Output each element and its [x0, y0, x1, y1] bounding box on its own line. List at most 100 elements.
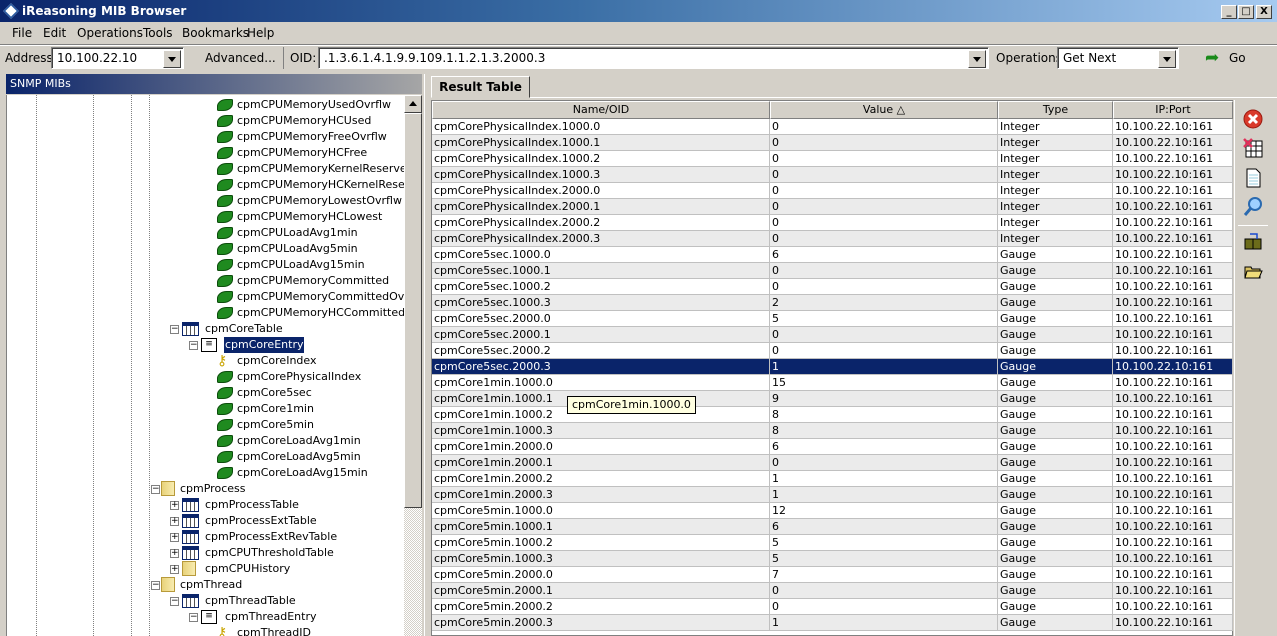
tab-result-table[interactable]: Result Table	[431, 76, 530, 98]
minimize-button[interactable]: _	[1221, 5, 1237, 19]
tree-node[interactable]: ⚷ cpmThreadID	[7, 625, 404, 636]
stop-icon[interactable]	[1242, 108, 1264, 130]
address-combo[interactable]: 10.100.22.10	[51, 47, 184, 69]
menu-bookmarks[interactable]: Bookmarks	[182, 26, 249, 40]
operations-select[interactable]: Get Next	[1057, 47, 1179, 69]
save-icon[interactable]	[1242, 231, 1264, 253]
expand-icon[interactable]: +	[170, 517, 179, 526]
column-header-name[interactable]: Name/OID	[432, 101, 770, 119]
tree-node[interactable]: cpmCPUMemoryHCKernelReserved	[7, 177, 404, 193]
tree-node[interactable]: − ≡ cpmThreadEntry	[7, 609, 404, 625]
table-row[interactable]: cpmCore5sec.2000.1 0 Gauge 10.100.22.10:161	[432, 327, 1233, 343]
split-divider[interactable]	[424, 74, 427, 636]
table-row[interactable]: cpmCore5sec.2000.0 5 Gauge 10.100.22.10:161	[432, 311, 1233, 327]
menu-operations[interactable]: Operations	[77, 26, 143, 40]
tree-node[interactable]: − cpmThreadTable	[7, 593, 404, 609]
collapse-icon[interactable]: −	[151, 581, 160, 590]
column-header-ipport[interactable]: IP:Port	[1113, 101, 1233, 119]
tree-node[interactable]: − ≡ cpmCoreEntry	[7, 336, 404, 354]
chevron-down-icon[interactable]	[968, 50, 986, 68]
table-row[interactable]: cpmCore5sec.1000.1 0 Gauge 10.100.22.10:161	[432, 263, 1233, 279]
new-document-icon[interactable]	[1242, 167, 1264, 189]
tree-node[interactable]: cpmCoreLoadAvg15min	[7, 465, 404, 481]
table-row[interactable]: cpmCorePhysicalIndex.2000.1 0 Integer 10.10…	[432, 199, 1233, 215]
table-row[interactable]: cpmCore5min.1000.1 6 Gauge 10.100.22.10:161	[432, 519, 1233, 535]
tree-node[interactable]: cpmCPULoadAvg5min	[7, 241, 404, 257]
table-row[interactable]: cpmCore5min.2000.1 0 Gauge 10.100.22.10:161	[432, 583, 1233, 599]
table-row[interactable]: cpmCorePhysicalIndex.2000.3 0 Integer 10.10…	[432, 231, 1233, 247]
tree-node[interactable]: + cpmProcessExtRevTable	[7, 529, 404, 545]
maximize-button[interactable]: □	[1238, 5, 1254, 19]
table-row[interactable]: cpmCorePhysicalIndex.1000.3 0 Integer 10.10…	[432, 167, 1233, 183]
collapse-icon[interactable]: −	[189, 613, 198, 622]
oid-combo[interactable]: .1.3.6.1.4.1.9.9.109.1.1.2.1.3.2000.3	[318, 47, 989, 69]
tree-node[interactable]: cpmCPUMemoryFreeOvrflw	[7, 129, 404, 145]
table-row[interactable]: cpmCore5sec.1000.2 0 Gauge 10.100.22.10:161	[432, 279, 1233, 295]
tree-node[interactable]: cpmCPUMemoryUsedOvrflw	[7, 97, 404, 113]
expand-icon[interactable]: +	[170, 549, 179, 558]
table-row[interactable]: cpmCore5sec.2000.3 1 Gauge 10.100.22.10:161	[432, 359, 1233, 375]
table-row[interactable]: cpmCorePhysicalIndex.1000.0 0 Integer 10.10…	[432, 119, 1233, 135]
table-row[interactable]: cpmCorePhysicalIndex.2000.2 0 Integer 10.10…	[432, 215, 1233, 231]
expand-icon[interactable]: +	[170, 565, 179, 574]
table-row[interactable]: cpmCore1min.1000.3 8 Gauge 10.100.22.10:161	[432, 423, 1233, 439]
open-folder-icon[interactable]	[1242, 260, 1264, 282]
chevron-down-icon[interactable]	[1158, 50, 1176, 68]
chevron-down-icon[interactable]	[163, 50, 181, 68]
close-button[interactable]: X	[1256, 5, 1272, 19]
tree-node[interactable]: cpmCore1min	[7, 401, 404, 417]
column-header-type[interactable]: Type	[998, 101, 1113, 119]
tree-node[interactable]: cpmCPUMemoryHCUsed	[7, 113, 404, 129]
advanced-button[interactable]: Advanced...	[205, 51, 276, 65]
table-row[interactable]: cpmCore5sec.1000.3 2 Gauge 10.100.22.10:161	[432, 295, 1233, 311]
table-row[interactable]: cpmCore5min.2000.3 1 Gauge 10.100.22.10:161	[432, 615, 1233, 631]
collapse-icon[interactable]: −	[189, 341, 198, 350]
tree-node[interactable]: cpmCPUMemoryHCFree	[7, 145, 404, 161]
table-row[interactable]: cpmCorePhysicalIndex.1000.1 0 Integer 10.10…	[432, 135, 1233, 151]
menu-file[interactable]: File	[12, 26, 32, 40]
tree-node[interactable]: cpmCPUMemoryKernelReservedOvrflw	[7, 161, 404, 177]
collapse-icon[interactable]: −	[151, 485, 160, 494]
tree-node[interactable]: ⚷ cpmCoreIndex	[7, 353, 404, 369]
tree-node[interactable]: cpmCPULoadAvg15min	[7, 257, 404, 273]
table-row[interactable]: cpmCore1min.1000.2 8 Gauge 10.100.22.10:161	[432, 407, 1233, 423]
tree-node[interactable]: + cpmProcessExtTable	[7, 513, 404, 529]
expand-icon[interactable]: +	[170, 501, 179, 510]
tree-node[interactable]: + cpmCPUThresholdTable	[7, 545, 404, 561]
tree-node[interactable]: + cpmCPUHistory	[7, 561, 404, 577]
table-row[interactable]: cpmCore5min.1000.3 5 Gauge 10.100.22.10:161	[432, 551, 1233, 567]
expand-icon[interactable]: +	[170, 533, 179, 542]
table-row[interactable]: cpmCorePhysicalIndex.2000.0 0 Integer 10.10…	[432, 183, 1233, 199]
find-icon[interactable]	[1242, 196, 1264, 218]
tree-node[interactable]: cpmCoreLoadAvg1min	[7, 433, 404, 449]
scrollbar-thumb[interactable]	[404, 113, 422, 508]
menu-tools[interactable]: Tools	[143, 26, 173, 40]
scroll-up-button[interactable]	[404, 95, 422, 113]
tree-node[interactable]: − cpmCoreTable	[7, 321, 404, 337]
tree-node[interactable]: cpmCPUMemoryHCLowest	[7, 209, 404, 225]
tree-node[interactable]: cpmCPULoadAvg1min	[7, 225, 404, 241]
table-row[interactable]: cpmCorePhysicalIndex.1000.2 0 Integer 10.10…	[432, 151, 1233, 167]
tree-node[interactable]: − cpmProcess	[7, 481, 404, 497]
table-row[interactable]: cpmCore1min.2000.0 6 Gauge 10.100.22.10:161	[432, 439, 1233, 455]
mib-tree[interactable]: cpmCPUMemoryUsedOvrflw cpmCPUMemoryHCUsed…	[6, 95, 404, 636]
tree-node[interactable]: cpmCoreLoadAvg5min	[7, 449, 404, 465]
table-row[interactable]: cpmCore1min.2000.1 0 Gauge 10.100.22.10:161	[432, 455, 1233, 471]
column-header-value[interactable]: Value △	[770, 101, 998, 119]
tree-node[interactable]: cpmCorePhysicalIndex	[7, 369, 404, 385]
tree-node[interactable]: cpmCPUMemoryCommitted	[7, 273, 404, 289]
tree-node[interactable]: cpmCore5sec	[7, 385, 404, 401]
table-row[interactable]: cpmCore1min.1000.0 15 Gauge 10.100.22.10:16…	[432, 375, 1233, 391]
tree-node[interactable]: + cpmProcessTable	[7, 497, 404, 513]
table-row[interactable]: cpmCore5min.1000.0 12 Gauge 10.100.22.10:16…	[432, 503, 1233, 519]
table-row[interactable]: cpmCore1min.1000.1 9 Gauge 10.100.22.10:161	[432, 391, 1233, 407]
tree-node[interactable]: − cpmThread	[7, 577, 404, 593]
tree-node[interactable]: cpmCPUMemoryHCCommitted	[7, 305, 404, 321]
table-row[interactable]: cpmCore5min.2000.2 0 Gauge 10.100.22.10:161	[432, 599, 1233, 615]
menu-help[interactable]: Help	[247, 26, 274, 40]
table-row[interactable]: cpmCore5sec.2000.2 0 Gauge 10.100.22.10:161	[432, 343, 1233, 359]
clear-table-icon[interactable]	[1242, 137, 1264, 159]
tree-node[interactable]: cpmCPUMemoryCommittedOvrflw	[7, 289, 404, 305]
tree-node[interactable]: cpmCPUMemoryLowestOvrflw	[7, 193, 404, 209]
table-row[interactable]: cpmCore1min.2000.3 1 Gauge 10.100.22.10:161	[432, 487, 1233, 503]
